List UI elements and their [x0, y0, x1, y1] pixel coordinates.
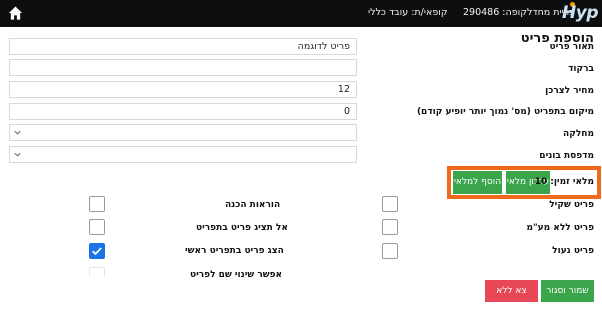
chevron-down-icon — [14, 152, 21, 157]
price-label: מחיר לצרכן — [545, 86, 594, 96]
prep-instructions-checkbox[interactable] — [89, 196, 105, 212]
home-icon[interactable] — [8, 5, 23, 21]
description-label: תאור פריט — [549, 42, 594, 52]
department-label: מחלקה — [563, 129, 594, 139]
hyp-logo: Hyp — [562, 2, 598, 23]
barcode-field[interactable] — [9, 59, 357, 76]
locked-label: פריט נעול — [552, 246, 594, 256]
no-vat-checkbox[interactable] — [382, 219, 398, 235]
stock-available-label: מלאי זמין: 10 — [534, 177, 594, 187]
hide-in-menu-label: אל תציג פריט בתפריט — [196, 223, 288, 233]
description-field[interactable]: פריט לדוגמה — [9, 38, 357, 55]
logo-text: Hyp — [562, 3, 598, 23]
printer-label: מדפסת בונים — [539, 151, 594, 161]
stock-highlight: הוסף למלאי עדכון מלאי מלאי זמין: 10 — [447, 166, 601, 199]
weighable-label: פריט שקיל — [549, 200, 594, 210]
prep-instructions-label: הוראות הכנה — [225, 200, 281, 210]
position-field[interactable]: 0 — [9, 103, 357, 120]
hide-in-menu-checkbox[interactable] — [89, 219, 105, 235]
exit-without-save-button[interactable]: צא ללא שמירה — [485, 280, 538, 318]
locked-checkbox[interactable] — [382, 243, 398, 259]
department-select[interactable] — [9, 124, 357, 141]
cashbox-label: קופה: 290486 — [463, 7, 527, 18]
printer-select[interactable] — [9, 146, 357, 163]
price-field[interactable]: 12 — [9, 81, 357, 98]
save-and-close-button[interactable]: שמור וסגור — [541, 280, 594, 302]
allow-rename-label: אפשר שינוי שם לפריט — [190, 270, 283, 280]
show-in-main-menu-checkbox[interactable] — [89, 243, 105, 259]
show-in-main-menu-label: הצג פריט בתפריט ראשי — [185, 246, 284, 256]
allow-rename-checkbox[interactable] — [89, 267, 105, 276]
top-bar: קופאי/ת: עובד כללי קופה: 290486 בריית מח… — [0, 0, 602, 27]
checkmark-icon — [92, 247, 102, 256]
chevron-down-icon — [14, 130, 21, 135]
no-vat-label: פריט ללא מע"מ — [526, 223, 594, 233]
weighable-checkbox[interactable] — [382, 196, 398, 212]
position-label: מיקום בתפריט (מס' נמוך יותר יופיע קודם) — [416, 107, 594, 117]
cashier-label: קופאי/ת: עובד כללי — [368, 7, 448, 18]
barcode-label: ברקוד — [568, 64, 594, 74]
add-to-stock-button[interactable]: הוסף למלאי — [453, 171, 502, 194]
